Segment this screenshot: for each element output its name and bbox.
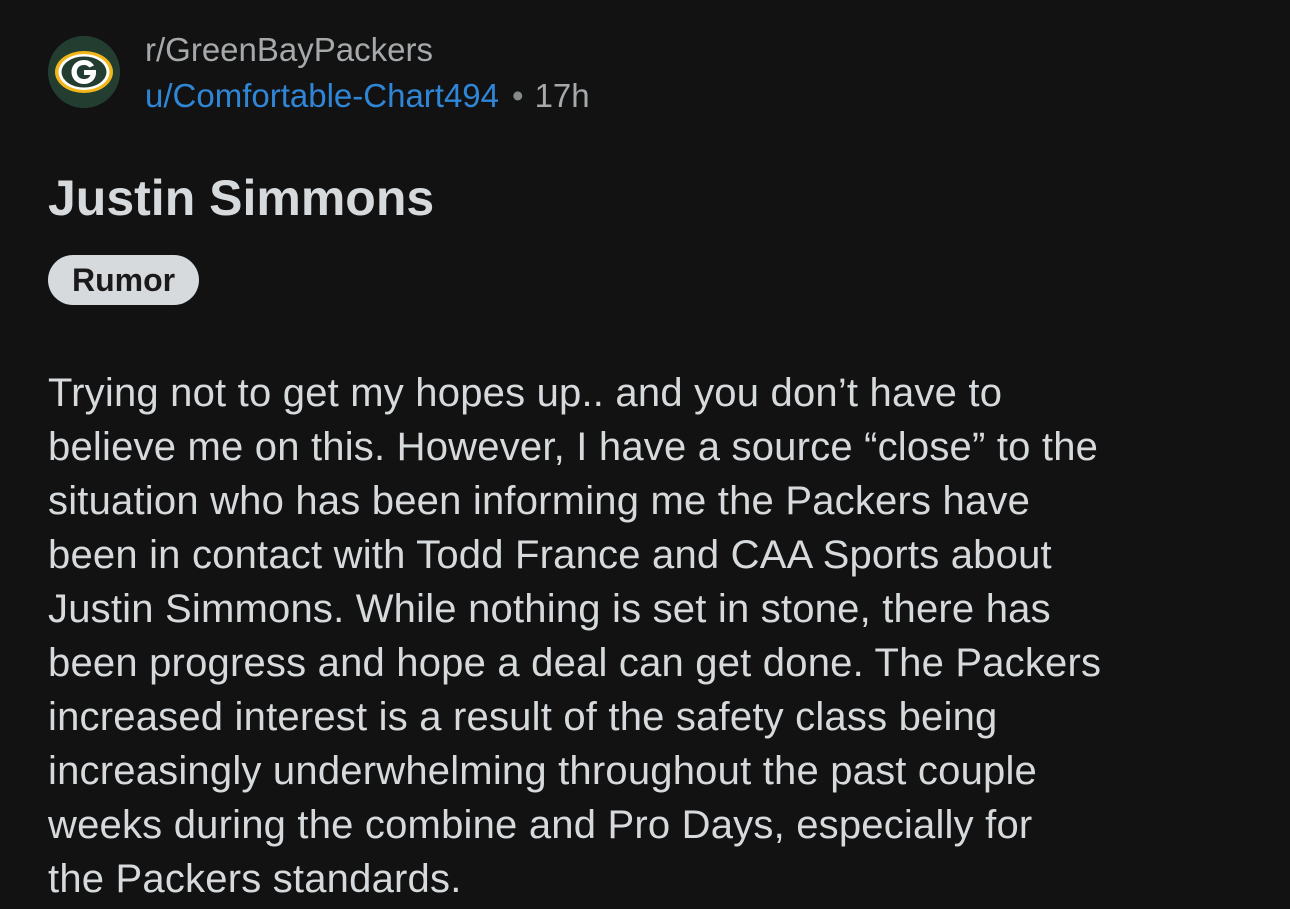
post-body-line: been in contact with Todd France and CAA… [48,533,1052,577]
post-body-line: weeks during the combine and Pro Days, e… [48,803,1033,847]
post-card: r/GreenBayPackers u/Comfortable-Chart494… [0,0,1290,909]
author-username-link[interactable]: u/Comfortable-Chart494 [145,77,499,114]
post-title[interactable]: Justin Simmons [48,168,434,228]
byline-separator: • [512,77,524,114]
post-body-line: increasingly underwhelming throughout th… [48,749,1037,793]
post-body-line: Justin Simmons. While nothing is set in … [48,587,1051,631]
post-body-line: been progress and hope a deal can get do… [48,641,1102,685]
post-body-line: Trying not to get my hopes up.. and you … [48,371,1003,415]
post-body-line: the Packers standards. [48,857,462,901]
post-body: Trying not to get my hopes up.. and you … [48,366,1278,906]
post-age: 17h [534,77,590,114]
post-flair-badge[interactable]: Rumor [48,255,200,305]
post-body-line: increased interest is a result of the sa… [48,695,998,739]
subreddit-link[interactable]: r/GreenBayPackers [145,30,433,70]
post-header: r/GreenBayPackers u/Comfortable-Chart494… [48,30,948,120]
post-byline: u/Comfortable-Chart494 • 17h [145,76,590,116]
post-body-line: situation who has been informing me the … [48,479,1031,523]
subreddit-avatar[interactable] [48,36,120,108]
post-body-line: believe me on this. However, I have a so… [48,425,1099,469]
packers-g-logo-icon [48,36,120,108]
